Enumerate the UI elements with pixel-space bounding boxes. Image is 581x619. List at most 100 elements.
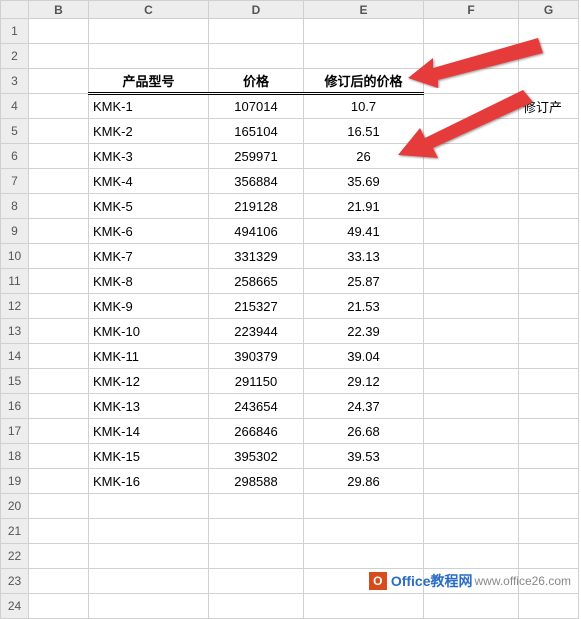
cell-F21[interactable] — [424, 519, 519, 544]
cell-C17[interactable]: KMK-14 — [89, 419, 209, 444]
cell-E8[interactable]: 21.91 — [304, 194, 424, 219]
cell-F18[interactable] — [424, 444, 519, 469]
cell-E4[interactable]: 10.7 — [304, 94, 424, 119]
cell-D23[interactable] — [209, 569, 304, 594]
cell-B19[interactable] — [29, 469, 89, 494]
row-header-18[interactable]: 18 — [1, 444, 29, 469]
cell-D19[interactable]: 298588 — [209, 469, 304, 494]
cell-D9[interactable]: 494106 — [209, 219, 304, 244]
cell-F11[interactable] — [424, 269, 519, 294]
cell-G8[interactable] — [519, 194, 579, 219]
cell-C12[interactable]: KMK-9 — [89, 294, 209, 319]
cell-G15[interactable] — [519, 369, 579, 394]
cell-E1[interactable] — [304, 19, 424, 44]
cell-E24[interactable] — [304, 594, 424, 619]
cell-E13[interactable]: 22.39 — [304, 319, 424, 344]
cell-E10[interactable]: 33.13 — [304, 244, 424, 269]
row-header-20[interactable]: 20 — [1, 494, 29, 519]
cell-G3[interactable] — [519, 69, 579, 94]
cell-C19[interactable]: KMK-16 — [89, 469, 209, 494]
cell-G17[interactable] — [519, 419, 579, 444]
col-header-C[interactable]: C — [89, 1, 209, 19]
cell-B3[interactable] — [29, 69, 89, 94]
cell-B10[interactable] — [29, 244, 89, 269]
cell-C2[interactable] — [89, 44, 209, 69]
cell-D24[interactable] — [209, 594, 304, 619]
cell-G11[interactable] — [519, 269, 579, 294]
cell-B13[interactable] — [29, 319, 89, 344]
col-header-G[interactable]: G — [519, 1, 579, 19]
row-header-4[interactable]: 4 — [1, 94, 29, 119]
cell-D8[interactable]: 219128 — [209, 194, 304, 219]
row-header-8[interactable]: 8 — [1, 194, 29, 219]
cell-C22[interactable] — [89, 544, 209, 569]
cell-D13[interactable]: 223944 — [209, 319, 304, 344]
cell-G7[interactable] — [519, 169, 579, 194]
cell-F10[interactable] — [424, 244, 519, 269]
cell-D16[interactable]: 243654 — [209, 394, 304, 419]
cell-F7[interactable] — [424, 169, 519, 194]
cell-G20[interactable] — [519, 494, 579, 519]
cell-C3[interactable]: 产品型号 — [89, 69, 209, 94]
row-header-10[interactable]: 10 — [1, 244, 29, 269]
cell-B15[interactable] — [29, 369, 89, 394]
cell-B16[interactable] — [29, 394, 89, 419]
cell-D18[interactable]: 395302 — [209, 444, 304, 469]
cell-G9[interactable] — [519, 219, 579, 244]
cell-G10[interactable] — [519, 244, 579, 269]
cell-F4[interactable] — [424, 94, 519, 119]
row-header-24[interactable]: 24 — [1, 594, 29, 619]
row-header-9[interactable]: 9 — [1, 219, 29, 244]
cell-E21[interactable] — [304, 519, 424, 544]
cell-E2[interactable] — [304, 44, 424, 69]
row-header-21[interactable]: 21 — [1, 519, 29, 544]
row-header-22[interactable]: 22 — [1, 544, 29, 569]
cell-C21[interactable] — [89, 519, 209, 544]
cell-F14[interactable] — [424, 344, 519, 369]
cell-B1[interactable] — [29, 19, 89, 44]
cell-E11[interactable]: 25.87 — [304, 269, 424, 294]
cell-C16[interactable]: KMK-13 — [89, 394, 209, 419]
cell-G5[interactable] — [519, 119, 579, 144]
cell-C4[interactable]: KMK-1 — [89, 94, 209, 119]
row-header-5[interactable]: 5 — [1, 119, 29, 144]
cell-E16[interactable]: 24.37 — [304, 394, 424, 419]
cell-C15[interactable]: KMK-12 — [89, 369, 209, 394]
cell-D17[interactable]: 266846 — [209, 419, 304, 444]
cell-G16[interactable] — [519, 394, 579, 419]
cell-F1[interactable] — [424, 19, 519, 44]
cell-E17[interactable]: 26.68 — [304, 419, 424, 444]
row-header-3[interactable]: 3 — [1, 69, 29, 94]
cell-D3[interactable]: 价格 — [209, 69, 304, 94]
cell-C10[interactable]: KMK-7 — [89, 244, 209, 269]
cell-G2[interactable] — [519, 44, 579, 69]
col-header-B[interactable]: B — [29, 1, 89, 19]
cell-D15[interactable]: 291150 — [209, 369, 304, 394]
cell-B21[interactable] — [29, 519, 89, 544]
cell-F15[interactable] — [424, 369, 519, 394]
cell-G4[interactable]: 修订产 — [519, 94, 579, 119]
cell-G1[interactable] — [519, 19, 579, 44]
row-header-17[interactable]: 17 — [1, 419, 29, 444]
cell-C8[interactable]: KMK-5 — [89, 194, 209, 219]
cell-G24[interactable] — [519, 594, 579, 619]
cell-C20[interactable] — [89, 494, 209, 519]
cell-C7[interactable]: KMK-4 — [89, 169, 209, 194]
row-header-19[interactable]: 19 — [1, 469, 29, 494]
cell-F16[interactable] — [424, 394, 519, 419]
cell-B7[interactable] — [29, 169, 89, 194]
row-header-15[interactable]: 15 — [1, 369, 29, 394]
cell-G6[interactable] — [519, 144, 579, 169]
cell-C14[interactable]: KMK-11 — [89, 344, 209, 369]
cell-F20[interactable] — [424, 494, 519, 519]
cell-C13[interactable]: KMK-10 — [89, 319, 209, 344]
cell-E19[interactable]: 29.86 — [304, 469, 424, 494]
cell-B24[interactable] — [29, 594, 89, 619]
cell-F13[interactable] — [424, 319, 519, 344]
cell-D4[interactable]: 107014 — [209, 94, 304, 119]
cell-C9[interactable]: KMK-6 — [89, 219, 209, 244]
row-header-12[interactable]: 12 — [1, 294, 29, 319]
cell-D14[interactable]: 390379 — [209, 344, 304, 369]
cell-C5[interactable]: KMK-2 — [89, 119, 209, 144]
cell-B20[interactable] — [29, 494, 89, 519]
